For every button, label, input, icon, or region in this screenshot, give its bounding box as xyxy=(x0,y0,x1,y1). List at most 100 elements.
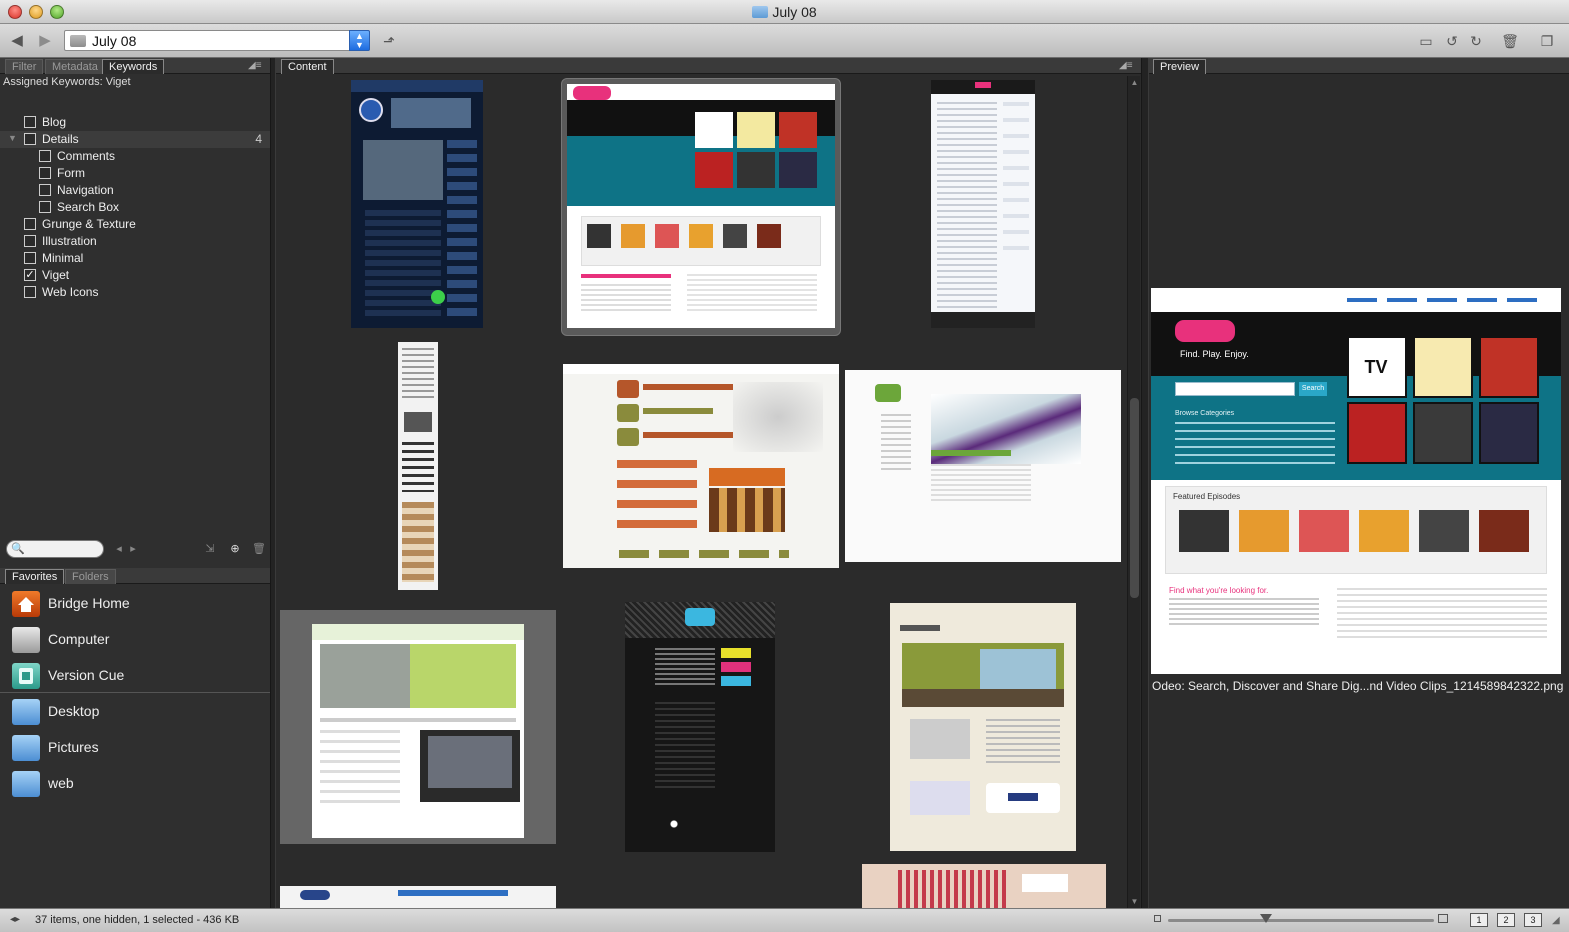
thumbnail-long-page[interactable] xyxy=(398,342,438,590)
large-thumbnail-icon[interactable] xyxy=(1438,914,1448,923)
keyword-label: Comments xyxy=(57,149,116,163)
keyword-row[interactable]: Web Icons xyxy=(0,284,270,301)
trash-icon[interactable]: 🗑 xyxy=(1501,32,1519,50)
tab-metadata[interactable]: Metadata xyxy=(45,59,105,74)
tab-favorites[interactable]: Favorites xyxy=(5,569,65,584)
workspace-2-button[interactable]: 2 xyxy=(1497,913,1515,927)
keyword-row[interactable]: Grunge & Texture xyxy=(0,216,270,233)
keyword-label: Viget xyxy=(42,268,70,282)
content-scrollbar[interactable]: ▲ ▼ xyxy=(1127,76,1140,908)
toggle-panels-icon[interactable]: ◂▸ xyxy=(10,914,20,925)
scroll-up-icon[interactable]: ▲ xyxy=(1129,77,1140,88)
keyword-search-input[interactable] xyxy=(27,542,97,556)
keyword-checkbox[interactable] xyxy=(39,150,51,162)
keyword-row[interactable]: Search Box xyxy=(0,199,270,216)
favorite-computer[interactable]: Computer xyxy=(0,622,270,658)
tab-content[interactable]: Content xyxy=(281,59,334,74)
compact-mode-icon[interactable]: ❐ xyxy=(1538,32,1556,50)
keyword-checkbox[interactable] xyxy=(39,184,51,196)
back-arrow-icon[interactable]: ◀ xyxy=(8,32,26,50)
tab-keywords[interactable]: Keywords xyxy=(102,59,165,74)
keyword-row[interactable]: Illustration xyxy=(0,233,270,250)
content-panel-tabs: Content ◢≡ xyxy=(276,58,1143,74)
keyword-checkbox[interactable] xyxy=(39,167,51,179)
favorite-pictures[interactable]: Pictures xyxy=(0,730,270,766)
keyword-checkbox[interactable] xyxy=(39,201,51,213)
thumbnail-blog-page[interactable] xyxy=(931,80,1035,328)
favorite-bridge-home[interactable]: Bridge Home xyxy=(0,586,270,622)
keyword-row[interactable]: Blog xyxy=(0,114,270,131)
workspace-3-button[interactable]: 3 xyxy=(1524,913,1542,927)
left-panel: Filter Metadata Keywords ◢≡ Assigned Key… xyxy=(0,58,270,908)
preview-image[interactable]: Find. Play. Enjoy. Search Browse Categor… xyxy=(1151,288,1561,674)
go-up-folder-icon[interactable]: ⬏ xyxy=(380,32,398,50)
keyword-row[interactable]: Minimal xyxy=(0,250,270,267)
slider-knob[interactable] xyxy=(1260,914,1272,923)
preview-find-text: Find what you're looking for. xyxy=(1169,586,1269,595)
thumbnail-evernote[interactable] xyxy=(280,610,556,844)
rotate-right-icon[interactable]: ↻ xyxy=(1467,32,1485,50)
new-folder-icon[interactable]: ▭ xyxy=(1417,32,1435,50)
tab-folders[interactable]: Folders xyxy=(65,569,116,584)
panel-menu-icon[interactable]: ◢≡ xyxy=(248,61,262,71)
keyword-row[interactable]: Navigation xyxy=(0,182,270,199)
thumbnail-bigcartel[interactable] xyxy=(890,603,1076,851)
thumbnail-grunge[interactable] xyxy=(625,602,775,852)
keyword-checkbox[interactable] xyxy=(24,235,36,247)
keyword-count: 4 xyxy=(255,132,262,146)
keyword-row[interactable]: Comments xyxy=(0,148,270,165)
favorite-version-cue[interactable]: Version Cue xyxy=(0,658,270,694)
keyword-label: Minimal xyxy=(42,251,84,265)
preview-tagline: Find. Play. Enjoy. xyxy=(1180,349,1249,359)
keyword-row[interactable]: ✓ Viget xyxy=(0,267,270,284)
tab-preview[interactable]: Preview xyxy=(1153,59,1207,74)
workspace-1-button[interactable]: 1 xyxy=(1470,913,1488,927)
status-text: 37 items, one hidden, 1 selected - 436 K… xyxy=(35,914,240,926)
thumbnail-partial-1[interactable] xyxy=(280,886,556,908)
keyword-row[interactable]: ▼ Details 4 xyxy=(0,131,270,148)
path-dropdown-stepper[interactable]: ▲ ▼ xyxy=(349,30,370,51)
keyword-checkbox[interactable] xyxy=(24,133,36,145)
favorites-divider xyxy=(0,692,270,693)
disclosure-triangle-icon[interactable]: ▼ xyxy=(8,133,17,143)
new-sub-keyword-icon[interactable]: ⇲ xyxy=(203,542,217,556)
favorite-desktop[interactable]: Desktop xyxy=(0,694,270,730)
delete-keyword-icon[interactable]: 🗑 xyxy=(252,542,266,556)
scroll-thumb[interactable] xyxy=(1130,398,1139,598)
status-bar: ◂▸ 37 items, one hidden, 1 selected - 43… xyxy=(0,908,1569,932)
folder-icon xyxy=(12,735,40,761)
keyword-checkbox[interactable]: ✓ xyxy=(24,269,36,281)
add-keyword-icon[interactable]: ⊕ xyxy=(228,542,242,556)
keyword-checkbox[interactable] xyxy=(24,218,36,230)
thumbnail-size-slider[interactable] xyxy=(1168,914,1434,923)
thumbnail-viget-blog[interactable] xyxy=(563,364,839,568)
keyword-row[interactable]: Form xyxy=(0,165,270,182)
favorite-web[interactable]: web xyxy=(0,766,270,802)
small-thumbnail-icon[interactable] xyxy=(1154,915,1161,922)
thumbnail-plant-a-card[interactable] xyxy=(845,370,1121,562)
bottom-panel-tabs: Favorites Folders xyxy=(0,568,270,584)
keyword-checkbox[interactable] xyxy=(24,286,36,298)
previous-keyword-icon[interactable]: ◂ xyxy=(112,542,126,556)
keyword-label: Blog xyxy=(42,115,67,129)
keyword-label: Form xyxy=(57,166,85,180)
path-text: July 08 xyxy=(92,33,137,49)
thumbnail-nasa[interactable] xyxy=(351,80,483,328)
forward-arrow-icon[interactable]: ▶ xyxy=(36,32,54,50)
tab-filter[interactable]: Filter xyxy=(5,59,44,74)
rotate-left-icon[interactable]: ↺ xyxy=(1443,32,1461,50)
right-splitter[interactable] xyxy=(1141,58,1149,908)
thumbnail-partial-2[interactable] xyxy=(862,864,1106,908)
path-popup[interactable]: July 08 ▲ ▼ xyxy=(64,30,370,51)
next-keyword-icon[interactable]: ▸ xyxy=(126,542,140,556)
scroll-down-icon[interactable]: ▼ xyxy=(1129,896,1140,907)
resize-grip-icon[interactable]: ◢ xyxy=(1552,915,1560,926)
keyword-checkbox[interactable] xyxy=(24,116,36,128)
computer-icon xyxy=(12,627,40,653)
keyword-label: Navigation xyxy=(57,183,114,197)
thumbnail-odeo[interactable] xyxy=(567,84,835,328)
keyword-search-box[interactable]: 🔍 xyxy=(6,540,104,558)
keyword-checkbox[interactable] xyxy=(24,252,36,264)
window-title: July 08 xyxy=(0,4,1569,20)
panel-menu-icon[interactable]: ◢≡ xyxy=(1119,61,1133,71)
